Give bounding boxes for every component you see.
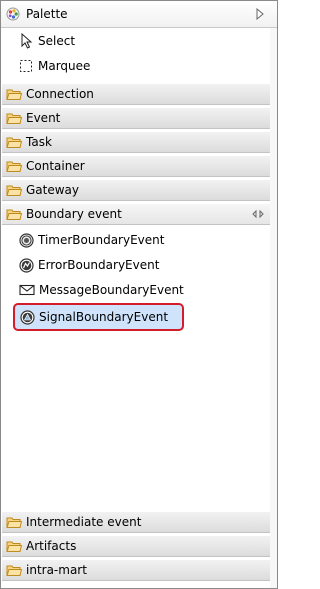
folder-open-icon: [6, 208, 22, 221]
marquee-icon: [19, 59, 33, 73]
palette-title: Palette: [26, 7, 68, 21]
drawer-label: Artifacts: [26, 539, 77, 553]
drawer-artifacts[interactable]: Artifacts: [2, 535, 270, 557]
entry-error-boundary-event[interactable]: ErrorBoundaryEvent: [19, 253, 159, 277]
error-icon: [19, 257, 34, 273]
drawer-intermediate-event[interactable]: Intermediate event: [2, 511, 270, 533]
entry-label: ErrorBoundaryEvent: [38, 258, 160, 272]
drawer-label: Boundary event: [26, 207, 122, 221]
entry-message-boundary-event[interactable]: MessageBoundaryEvent: [19, 278, 184, 302]
tool-label: Select: [38, 34, 76, 48]
entry-label: SignalBoundaryEvent: [39, 310, 169, 324]
pin-icon[interactable]: [252, 209, 264, 219]
entry-signal-boundary-event[interactable]: SignalBoundaryEvent: [13, 303, 184, 331]
drawer-task[interactable]: Task: [2, 131, 270, 153]
folder-icon: [6, 88, 22, 101]
triangle-right-icon[interactable]: [255, 8, 265, 20]
folder-icon: [6, 564, 22, 577]
folder-icon: [6, 160, 22, 173]
folder-icon: [6, 184, 22, 197]
tool-label: Marquee: [38, 59, 91, 73]
drawer-gateway[interactable]: Gateway: [2, 179, 270, 201]
drawer-label: Event: [26, 111, 61, 125]
arrow-pointer-icon: [19, 33, 33, 49]
drawer-intra-mart[interactable]: intra-mart: [2, 559, 270, 581]
palette-icon: [6, 7, 20, 21]
drawer-connection[interactable]: Connection: [2, 83, 270, 105]
palette-header[interactable]: Palette: [1, 1, 277, 28]
drawer-label: Intermediate event: [26, 515, 142, 529]
envelope-icon: [19, 284, 35, 296]
drawer-label: intra-mart: [26, 563, 87, 577]
entry-label: TimerBoundaryEvent: [38, 233, 165, 247]
entry-label: MessageBoundaryEvent: [39, 283, 184, 297]
drawer-boundary-event[interactable]: Boundary event: [2, 203, 270, 225]
folder-icon: [6, 516, 22, 529]
signal-icon: [20, 309, 35, 325]
entry-timer-boundary-event[interactable]: TimerBoundaryEvent: [19, 228, 164, 252]
tool-marquee[interactable]: Marquee: [19, 55, 90, 77]
scrollbar-track[interactable]: [270, 28, 277, 588]
tool-select[interactable]: Select: [19, 30, 75, 52]
drawer-label: Gateway: [26, 183, 80, 197]
folder-icon: [6, 112, 22, 125]
drawer-label: Connection: [26, 87, 94, 101]
drawer-label: Container: [26, 159, 85, 173]
drawer-container[interactable]: Container: [2, 155, 270, 177]
timer-icon: [19, 232, 34, 248]
drawer-label: Task: [26, 135, 52, 149]
palette-panel: Palette Select Marquee Connection Event …: [0, 0, 278, 589]
folder-icon: [6, 540, 22, 553]
folder-icon: [6, 136, 22, 149]
drawer-event[interactable]: Event: [2, 107, 270, 129]
